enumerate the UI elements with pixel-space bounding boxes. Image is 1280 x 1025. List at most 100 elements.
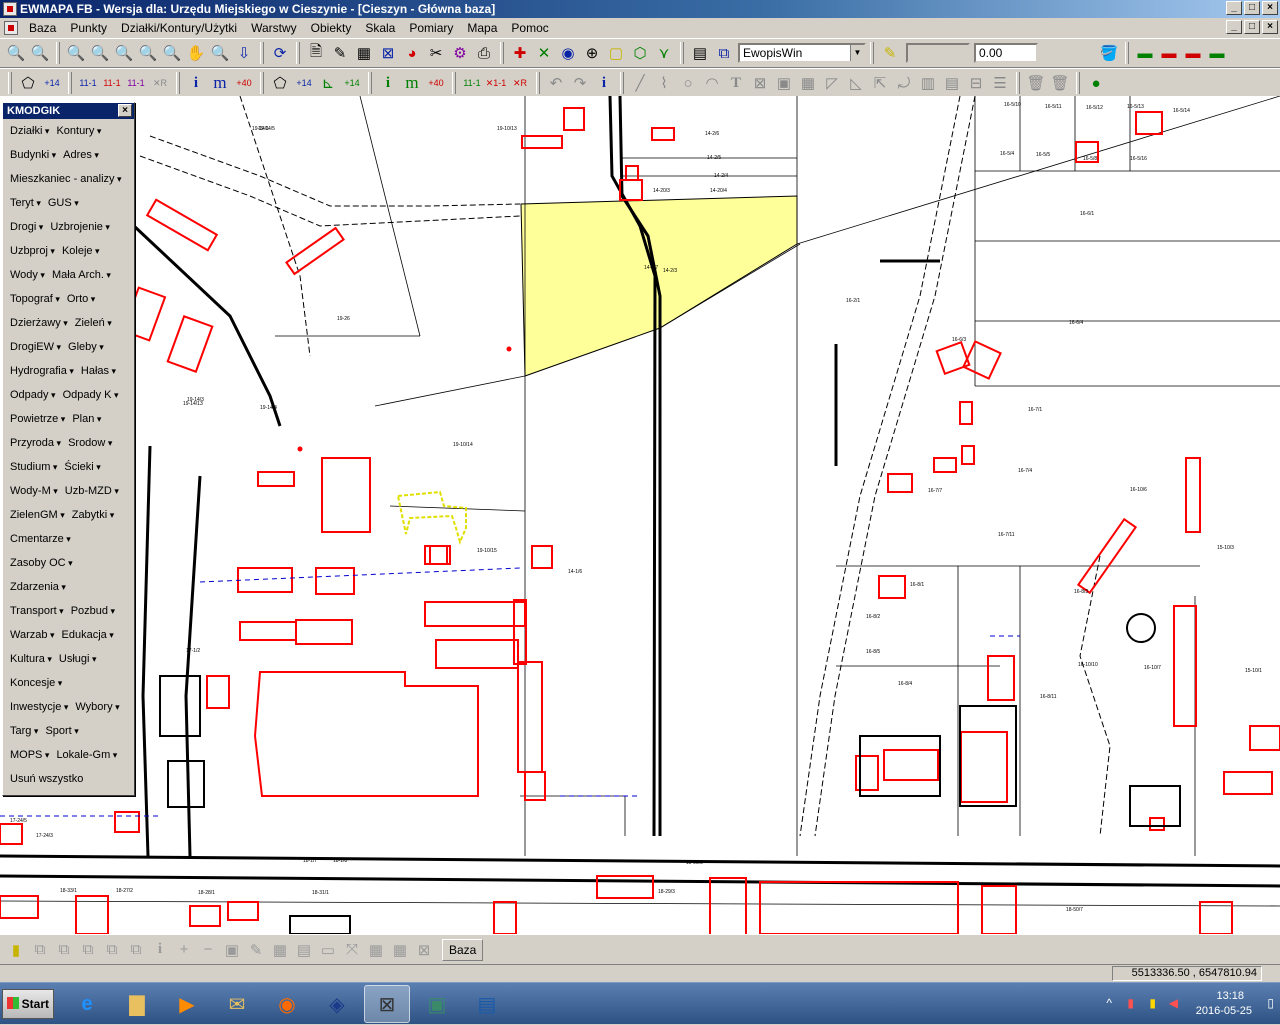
panel-menu-button[interactable]: Drogi bbox=[10, 221, 43, 233]
move-tool-icon[interactable]: ⇱ bbox=[869, 72, 891, 94]
rotate-tool-icon[interactable]: ⤾ bbox=[893, 72, 915, 94]
panel-menu-button[interactable]: Studium bbox=[10, 461, 57, 473]
panel-menu-button[interactable]: Kultura bbox=[10, 653, 52, 665]
panel-menu-button[interactable]: Lokale-Gm bbox=[56, 749, 117, 761]
layer-copy-icon[interactable]: ⧉ bbox=[77, 939, 99, 961]
menu-warstwy[interactable]: Warstwy bbox=[244, 21, 304, 35]
add-40-icon[interactable]: +40 bbox=[233, 72, 255, 94]
parcel-merge-icon[interactable]: 11-1 bbox=[125, 72, 147, 94]
rectangle-select-icon[interactable]: ▢ bbox=[605, 42, 627, 64]
polyline-tool-icon[interactable]: ⋎ bbox=[653, 42, 675, 64]
parcel-delete-icon[interactable]: 11-1 bbox=[101, 72, 123, 94]
plus-icon[interactable]: + bbox=[173, 939, 195, 961]
frame-icon[interactable]: ▣ bbox=[221, 939, 243, 961]
symbol-tool-icon[interactable]: ⊠ bbox=[749, 72, 771, 94]
panel-menu-button[interactable]: Przyroda bbox=[10, 437, 61, 449]
clock-date[interactable]: 2016-05-25 bbox=[1196, 1005, 1252, 1017]
panel-menu-button[interactable]: Warzab bbox=[10, 629, 55, 641]
menu-punkty[interactable]: Punkty bbox=[63, 21, 114, 35]
zoom-window-icon[interactable]: 🔍 bbox=[65, 42, 87, 64]
node-icon[interactable]: ⊾ bbox=[317, 72, 339, 94]
layers-icon[interactable]: ▦ bbox=[353, 42, 375, 64]
panel-menu-button[interactable]: Uzbrojenie bbox=[50, 221, 110, 233]
polygon-draw-icon[interactable]: ⬠ bbox=[17, 72, 39, 94]
add-point-icon[interactable]: ✚ bbox=[509, 42, 531, 64]
media-player-icon[interactable]: ▶ bbox=[164, 985, 210, 1023]
angle-tool-icon[interactable]: ◸ bbox=[821, 72, 843, 94]
delete-cross-icon[interactable]: ✕ bbox=[533, 42, 555, 64]
close-button[interactable]: × bbox=[1262, 1, 1278, 15]
highlight-tool-icon[interactable]: ✎ bbox=[329, 42, 351, 64]
zoom-in-icon[interactable]: 🔍 bbox=[5, 42, 27, 64]
scale-down-icon[interactable]: ⇩ bbox=[233, 42, 255, 64]
monitor-icon[interactable]: ▭ bbox=[317, 939, 339, 961]
panel-menu-button[interactable]: Pozbud bbox=[71, 605, 115, 617]
panel-menu-button[interactable]: Zieleń bbox=[75, 317, 112, 329]
panel-menu-button[interactable]: Kontury bbox=[56, 125, 101, 137]
car-red-icon[interactable]: ▬ bbox=[1182, 42, 1204, 64]
search-document-icon[interactable]: 🗎 bbox=[305, 42, 327, 64]
internet-explorer-icon[interactable]: e bbox=[64, 985, 110, 1023]
tray-expand-icon[interactable]: ^ bbox=[1106, 996, 1112, 1010]
add-40-green-icon[interactable]: +40 bbox=[425, 72, 447, 94]
clock-time[interactable]: 13:18 bbox=[1216, 990, 1244, 1002]
arc-tool-icon[interactable]: ◠ bbox=[701, 72, 723, 94]
crossgrid-icon[interactable]: ⊠ bbox=[413, 939, 435, 961]
panel-menu-button[interactable]: Zasoby OC bbox=[10, 557, 73, 569]
contour-11-icon[interactable]: 11-1 bbox=[461, 72, 483, 94]
crosshair-icon[interactable]: ⊕ bbox=[581, 42, 603, 64]
zoom-out-icon[interactable]: 🔍 bbox=[29, 42, 51, 64]
mdi-document-icon[interactable] bbox=[4, 21, 18, 35]
circle-tool-icon[interactable]: ○ bbox=[677, 72, 699, 94]
road-red-icon[interactable]: ▬ bbox=[1158, 42, 1180, 64]
layer-paste-icon[interactable]: ⧉ bbox=[101, 939, 123, 961]
start-button[interactable]: Start bbox=[2, 989, 54, 1019]
clip-tool-icon[interactable]: ✂ bbox=[425, 42, 447, 64]
panel-menu-button[interactable]: DrogiEW bbox=[10, 341, 61, 353]
panel-menu-button[interactable]: Mała Arch. bbox=[52, 269, 111, 281]
red-marker[interactable] bbox=[297, 446, 303, 452]
vertex-tool-icon[interactable]: ◺ bbox=[845, 72, 867, 94]
paint-bucket-icon[interactable]: 🪣 bbox=[1098, 42, 1120, 64]
road-green-icon[interactable]: ▬ bbox=[1134, 42, 1156, 64]
show-desktop-icon[interactable]: ▯ bbox=[1267, 996, 1274, 1010]
panel-menu-button[interactable]: ZielenGM bbox=[10, 509, 65, 521]
green-dot-icon[interactable]: ● bbox=[1085, 72, 1107, 94]
empty-field[interactable] bbox=[906, 43, 970, 63]
measure-icon[interactable]: m bbox=[209, 72, 231, 94]
table-tool-icon[interactable]: ▤ bbox=[941, 72, 963, 94]
value-field[interactable]: 0.00 bbox=[974, 43, 1038, 63]
panel-menu-button[interactable]: Plan bbox=[72, 413, 101, 425]
color-palette-icon[interactable]: ◕ bbox=[401, 42, 423, 64]
trash-icon[interactable]: 🗑 bbox=[1025, 72, 1047, 94]
network-status-icon[interactable]: ▮ bbox=[1127, 996, 1134, 1010]
contour-delete-icon[interactable]: ✕1-1 bbox=[485, 72, 507, 94]
panel-menu-button[interactable]: MOPS bbox=[10, 749, 49, 761]
panel-menu-button[interactable]: Srodow bbox=[68, 437, 112, 449]
panel-menu-button[interactable]: Uzb-MZD bbox=[65, 485, 119, 497]
layer-switch-icon[interactable]: ⧉ bbox=[713, 42, 735, 64]
zoom-previous-icon[interactable]: 🔍 bbox=[113, 42, 135, 64]
parcel-split-icon[interactable]: ✕R bbox=[149, 72, 171, 94]
panel-menu-button[interactable]: Zdarzenia bbox=[10, 581, 66, 593]
minus-icon[interactable]: − bbox=[197, 939, 219, 961]
panel-menu-button[interactable]: Ścieki bbox=[64, 461, 100, 473]
menu-dzialki[interactable]: Działki/Kontury/Użytki bbox=[114, 21, 244, 35]
baza-button[interactable]: Baza bbox=[442, 938, 484, 961]
redo-icon[interactable]: ↷ bbox=[569, 72, 591, 94]
polygon-select-icon[interactable]: ⬡ bbox=[629, 42, 651, 64]
car-green-icon[interactable]: ▬ bbox=[1206, 42, 1228, 64]
panel-menu-button[interactable]: Cmentarze bbox=[10, 533, 71, 545]
panel-menu-button[interactable]: Targ bbox=[10, 725, 38, 737]
panel-menu-button[interactable]: Sport bbox=[45, 725, 78, 737]
contour-split-icon[interactable]: ✕R bbox=[509, 72, 531, 94]
menu-pomiary[interactable]: Pomiary bbox=[402, 21, 460, 35]
list-tool-icon[interactable]: ☰ bbox=[989, 72, 1011, 94]
layer-combo[interactable]: EwopisWin ▼ bbox=[738, 43, 866, 63]
grid-icon[interactable]: ▦ bbox=[365, 939, 387, 961]
menu-pomoc[interactable]: Pomoc bbox=[504, 21, 555, 35]
panel-menu-button[interactable]: Orto bbox=[67, 293, 95, 305]
firefox-icon[interactable]: ◉ bbox=[264, 985, 310, 1023]
layer-info-icon[interactable]: ⧉ bbox=[125, 939, 147, 961]
text-tool-icon[interactable]: T bbox=[725, 72, 747, 94]
